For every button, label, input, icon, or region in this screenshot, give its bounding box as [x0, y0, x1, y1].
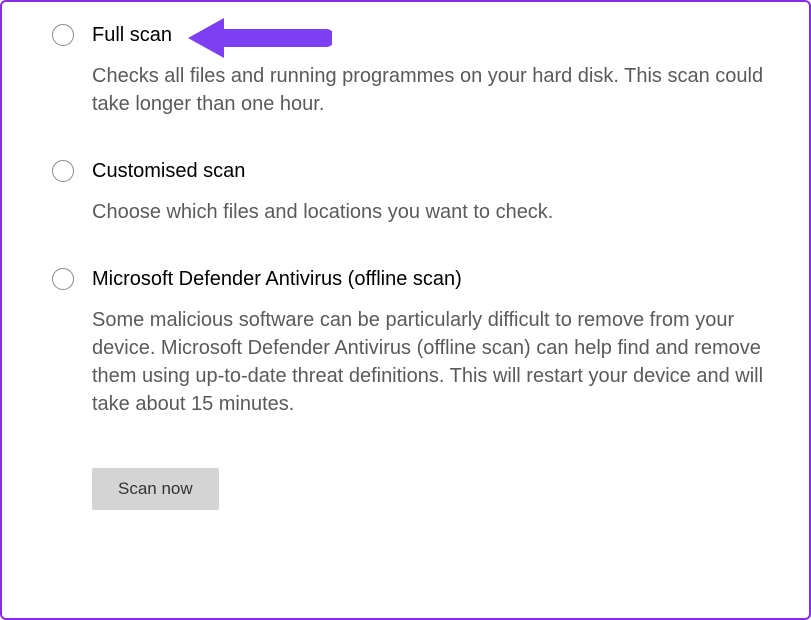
radio-button[interactable]	[52, 160, 74, 182]
option-description: Some malicious software can be particula…	[92, 306, 772, 418]
radio-option-full-scan[interactable]: Full scan	[52, 22, 779, 48]
option-description: Checks all files and running programmes …	[92, 62, 772, 118]
radio-button[interactable]	[52, 268, 74, 290]
scan-option-offline: Microsoft Defender Antivirus (offline sc…	[52, 266, 779, 418]
option-title: Customised scan	[92, 158, 245, 184]
radio-option-offline-scan[interactable]: Microsoft Defender Antivirus (offline sc…	[52, 266, 779, 292]
radio-option-customised-scan[interactable]: Customised scan	[52, 158, 779, 184]
option-title: Full scan	[92, 22, 172, 48]
option-description: Choose which files and locations you wan…	[92, 198, 772, 226]
scan-option-customised: Customised scan Choose which files and l…	[52, 158, 779, 226]
scan-options-panel: Full scan Checks all files and running p…	[0, 0, 811, 620]
scan-option-full: Full scan Checks all files and running p…	[52, 22, 779, 118]
radio-button[interactable]	[52, 24, 74, 46]
scan-now-button[interactable]: Scan now	[92, 468, 219, 510]
option-title: Microsoft Defender Antivirus (offline sc…	[92, 266, 462, 292]
